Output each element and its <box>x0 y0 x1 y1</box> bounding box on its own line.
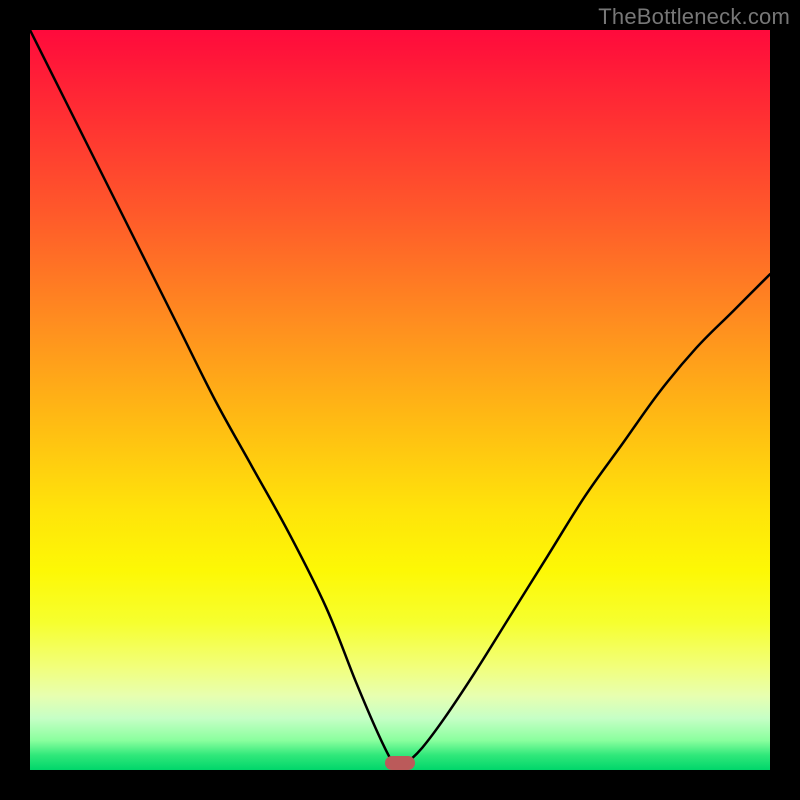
plot-area <box>30 30 770 770</box>
watermark-text: TheBottleneck.com <box>598 4 790 30</box>
chart-stage: TheBottleneck.com <box>0 0 800 800</box>
bottleneck-curve <box>30 30 770 770</box>
optimum-marker <box>385 756 415 770</box>
